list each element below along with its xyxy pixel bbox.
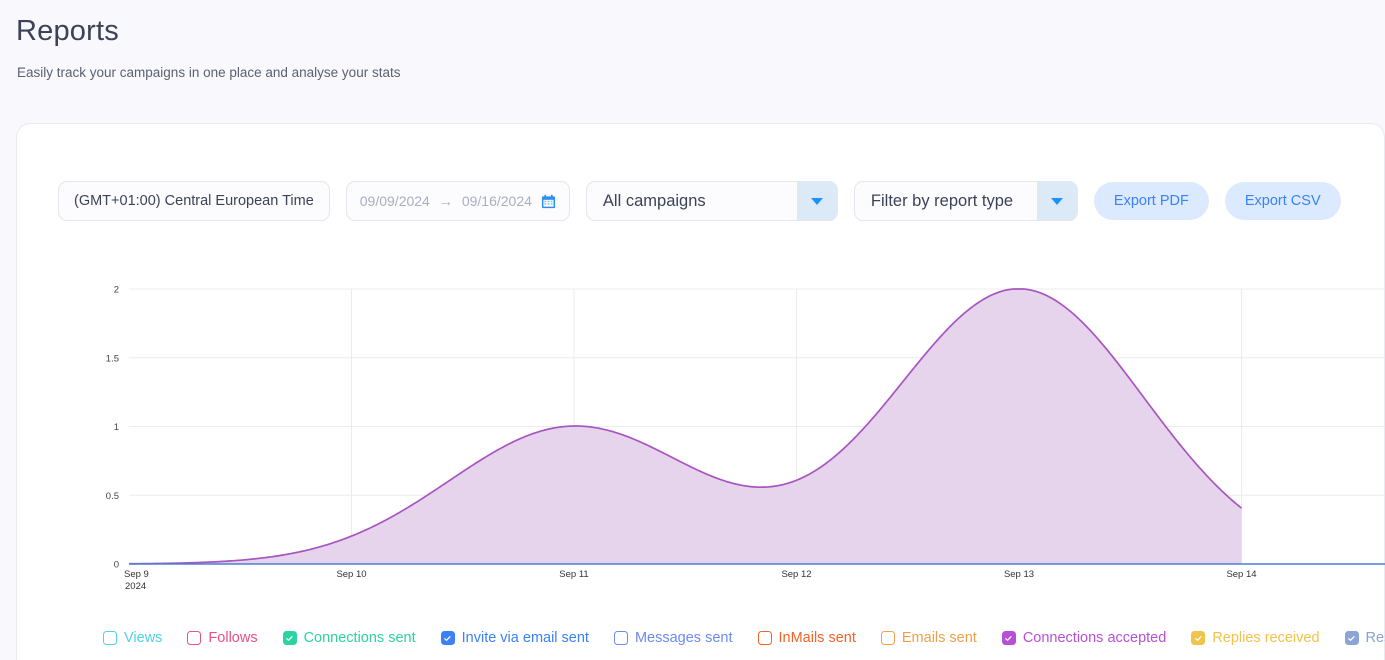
legend-item-label: Replies received: [1212, 630, 1320, 646]
report-type-select-value: Filter by report type: [870, 191, 1014, 210]
date-range-arrow-icon: →: [438, 193, 453, 209]
legend-item[interactable]: Follows: [187, 630, 258, 646]
checkbox-icon[interactable]: [103, 631, 117, 645]
timezone-value: (GMT+01:00) Central European Time: [74, 193, 314, 209]
chevron-down-icon: [1051, 197, 1064, 205]
chevron-down-icon: [811, 197, 824, 205]
checkbox-checked-icon[interactable]: [440, 631, 455, 645]
y-axis-tick-label: 1: [114, 422, 119, 433]
campaigns-select-toggle[interactable]: [796, 182, 837, 220]
legend-item-label: Messages sent: [634, 630, 733, 646]
legend-item[interactable]: Replies received: [1191, 630, 1320, 646]
checkbox-checked-icon[interactable]: [1001, 631, 1016, 645]
reports-page: Reports Easily track your campaigns in o…: [0, 0, 1385, 660]
legend-item[interactable]: Messages sent: [613, 630, 733, 646]
legend-item[interactable]: Emails sent: [880, 630, 977, 646]
y-axis-tick-label: 1.5: [106, 353, 119, 364]
checkbox-checked-icon[interactable]: [1344, 631, 1359, 645]
page-title: Reports: [16, 15, 119, 47]
report-type-select-toggle[interactable]: [1036, 182, 1077, 220]
date-from-value: 09/09/2024: [359, 193, 430, 209]
legend-item-label: Views: [124, 630, 163, 646]
y-axis-tick-label: 0: [114, 560, 119, 571]
y-axis-tick-label: 0.5: [106, 491, 119, 502]
page-subtitle: Easily track your campaigns in one place…: [17, 65, 401, 80]
campaigns-select[interactable]: All campaigns: [585, 181, 838, 221]
legend-item-label: Emails sent: [901, 630, 977, 646]
x-axis-tick-sublabel: 2024: [125, 581, 146, 592]
campaigns-select-value: All campaigns: [602, 191, 706, 210]
x-axis-tick-label: Sep 12: [781, 569, 811, 580]
legend-item[interactable]: Response rate: [1344, 630, 1385, 646]
reports-card: (GMT+01:00) Central European Time 09/09/…: [16, 123, 1385, 660]
legend-item[interactable]: Views: [103, 630, 162, 646]
legend-item[interactable]: InMails sent: [757, 630, 856, 646]
export-csv-button[interactable]: Export CSV: [1224, 182, 1341, 220]
x-axis-tick-label: Sep 10: [336, 569, 366, 580]
x-axis-tick-label: Sep 13: [1004, 569, 1034, 580]
legend-item-label: Follows: [208, 630, 258, 646]
checkbox-checked-icon[interactable]: [1191, 631, 1206, 645]
timezone-field[interactable]: (GMT+01:00) Central European Time: [58, 181, 330, 221]
legend-item-label: InMails sent: [778, 630, 856, 646]
checkbox-icon[interactable]: [757, 631, 772, 645]
legend-item-label: Connections accepted: [1022, 630, 1167, 646]
reports-chart: 0 0.5 1 1.5 2 Sep 9 2024 Sep 10 Sep 11 Sep 12 Sep …: [17, 274, 1385, 594]
calendar-icon[interactable]: [541, 194, 556, 209]
date-to-value: 09/16/2024: [461, 193, 532, 209]
x-axis-tick-label: Sep 11: [559, 569, 588, 580]
legend-item[interactable]: Connections accepted: [1001, 630, 1167, 646]
legend-item[interactable]: Connections sent: [282, 630, 416, 646]
chart-svg: 0 0.5 1 1.5 2 Sep 92024 Sep 10 Sep 11 Sep 12 Sep …: [106, 285, 1385, 592]
checkbox-checked-icon[interactable]: [282, 631, 297, 645]
y-axis-tick-label: 2: [114, 285, 119, 296]
x-axis-tick-label: Sep 9: [124, 569, 149, 580]
legend-item-label: Invite via email sent: [461, 630, 589, 646]
reports-toolbar: (GMT+01:00) Central European Time 09/09/…: [58, 181, 1341, 221]
report-type-select[interactable]: Filter by report type: [853, 181, 1078, 221]
export-pdf-button[interactable]: Export PDF: [1093, 182, 1209, 220]
chart-legend: Views Follows Connections sent Invite via e…: [103, 630, 1385, 646]
legend-item-label: Response rate: [1365, 630, 1385, 646]
legend-item-label: Connections sent: [303, 630, 416, 646]
date-range-picker[interactable]: 09/09/2024 → 09/16/2024: [345, 181, 570, 221]
checkbox-icon[interactable]: [880, 631, 895, 645]
checkbox-icon[interactable]: [187, 631, 202, 645]
checkbox-icon[interactable]: [613, 631, 628, 645]
x-axis-tick-label: Sep 14: [1226, 569, 1256, 580]
legend-item[interactable]: Invite via email sent: [440, 630, 589, 646]
